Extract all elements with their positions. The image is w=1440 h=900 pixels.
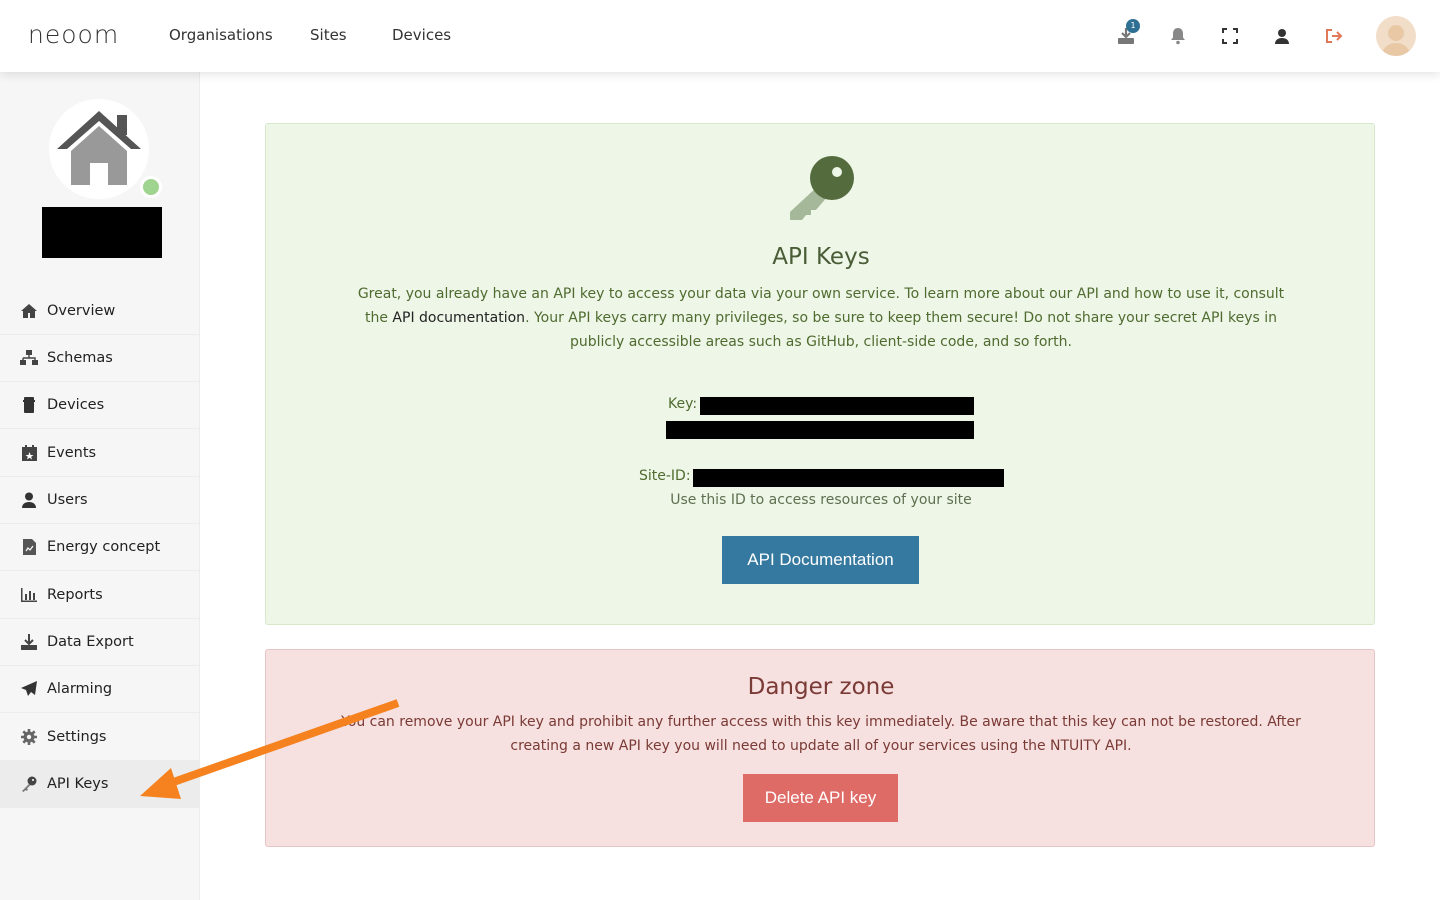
- site-id-value-redacted: [693, 469, 1004, 487]
- danger-zone-title: Danger zone: [747, 674, 895, 700]
- api-keys-description: Great, you already have an API key to ac…: [346, 282, 1296, 354]
- paper-plane-icon: [20, 680, 38, 698]
- user-icon[interactable]: [1272, 26, 1292, 46]
- sidebar-item-energy-concept[interactable]: Energy concept: [0, 524, 200, 571]
- sidebar-item-users[interactable]: Users: [0, 477, 200, 524]
- danger-zone-card: Danger zone You can remove your API key …: [265, 649, 1375, 847]
- sidebar-item-schemas[interactable]: Schemas: [0, 335, 200, 382]
- api-key-value-redacted: [666, 421, 974, 439]
- sidebar-item-label: Alarming: [47, 681, 113, 697]
- nav-sites[interactable]: Sites: [310, 26, 347, 44]
- key-icon: [20, 775, 38, 793]
- sidebar-item-label: Reports: [47, 587, 103, 603]
- user-icon: [20, 491, 38, 509]
- sidebar-item-label: Overview: [47, 303, 116, 319]
- sidebar-item-alarming[interactable]: Alarming: [0, 666, 200, 713]
- bell-icon[interactable]: [1168, 26, 1188, 46]
- device-icon: [20, 396, 38, 414]
- sidebar-item-settings[interactable]: Settings: [0, 714, 200, 761]
- site-name-redacted: [42, 207, 162, 258]
- sidebar-item-label: Energy concept: [47, 539, 161, 555]
- desc-text: . Your API keys carry many privileges, s…: [525, 310, 1278, 350]
- house-icon: [57, 111, 141, 185]
- sidebar-item-events[interactable]: Events: [0, 430, 200, 477]
- site-avatar: [49, 99, 149, 199]
- logout-icon[interactable]: [1324, 26, 1344, 46]
- chart-icon: [20, 586, 38, 604]
- logo[interactable]: neoom: [28, 20, 119, 49]
- schema-icon: [20, 349, 38, 367]
- sidebar-item-label: Events: [47, 445, 97, 461]
- api-keys-title: API Keys: [772, 244, 870, 270]
- sidebar-item-data-export[interactable]: Data Export: [0, 619, 200, 666]
- sidebar-item-api-keys[interactable]: API Keys: [0, 761, 200, 808]
- delete-api-key-button[interactable]: Delete API key: [743, 774, 898, 822]
- site-id-label: Site-ID:: [639, 468, 691, 484]
- home-icon: [20, 302, 38, 320]
- site-id-hint: Use this ID to access resources of your …: [670, 492, 972, 508]
- sidebar-item-label: Settings: [47, 729, 107, 745]
- sidebar-item-label: API Keys: [47, 776, 109, 792]
- key-label: Key:: [668, 396, 698, 412]
- download-badge: 1: [1126, 19, 1140, 33]
- api-documentation-button[interactable]: API Documentation: [722, 536, 919, 584]
- api-keys-card: API Keys Great, you already have an API …: [265, 123, 1375, 625]
- top-bar: neoom Organisations Sites Devices 1: [0, 0, 1440, 72]
- avatar[interactable]: [1376, 16, 1416, 56]
- danger-zone-description: You can remove your API key and prohibit…: [341, 714, 1301, 754]
- document-icon: [20, 538, 38, 556]
- sidebar-item-label: Data Export: [47, 634, 134, 650]
- gear-icon: [20, 728, 38, 746]
- key-icon: [790, 156, 854, 220]
- api-documentation-link[interactable]: API documentation: [392, 310, 525, 326]
- download-icon: [20, 633, 38, 651]
- sidebar-item-label: Schemas: [47, 350, 113, 366]
- sidebar-item-label: Users: [47, 492, 88, 508]
- sidebar-item-overview[interactable]: Overview: [0, 288, 200, 335]
- sidebar-item-label: Devices: [47, 397, 105, 413]
- nav-organisations[interactable]: Organisations: [169, 26, 273, 44]
- online-status-dot: [140, 176, 162, 198]
- sidebar-item-reports[interactable]: Reports: [0, 572, 200, 619]
- sidebar-item-devices[interactable]: Devices: [0, 382, 200, 429]
- calendar-icon: [20, 444, 38, 462]
- nav-devices[interactable]: Devices: [392, 26, 451, 44]
- sidebar: Overview Schemas Devices Events Users En…: [0, 72, 200, 900]
- api-key-value-redacted: [700, 397, 974, 415]
- fullscreen-icon[interactable]: [1220, 26, 1240, 46]
